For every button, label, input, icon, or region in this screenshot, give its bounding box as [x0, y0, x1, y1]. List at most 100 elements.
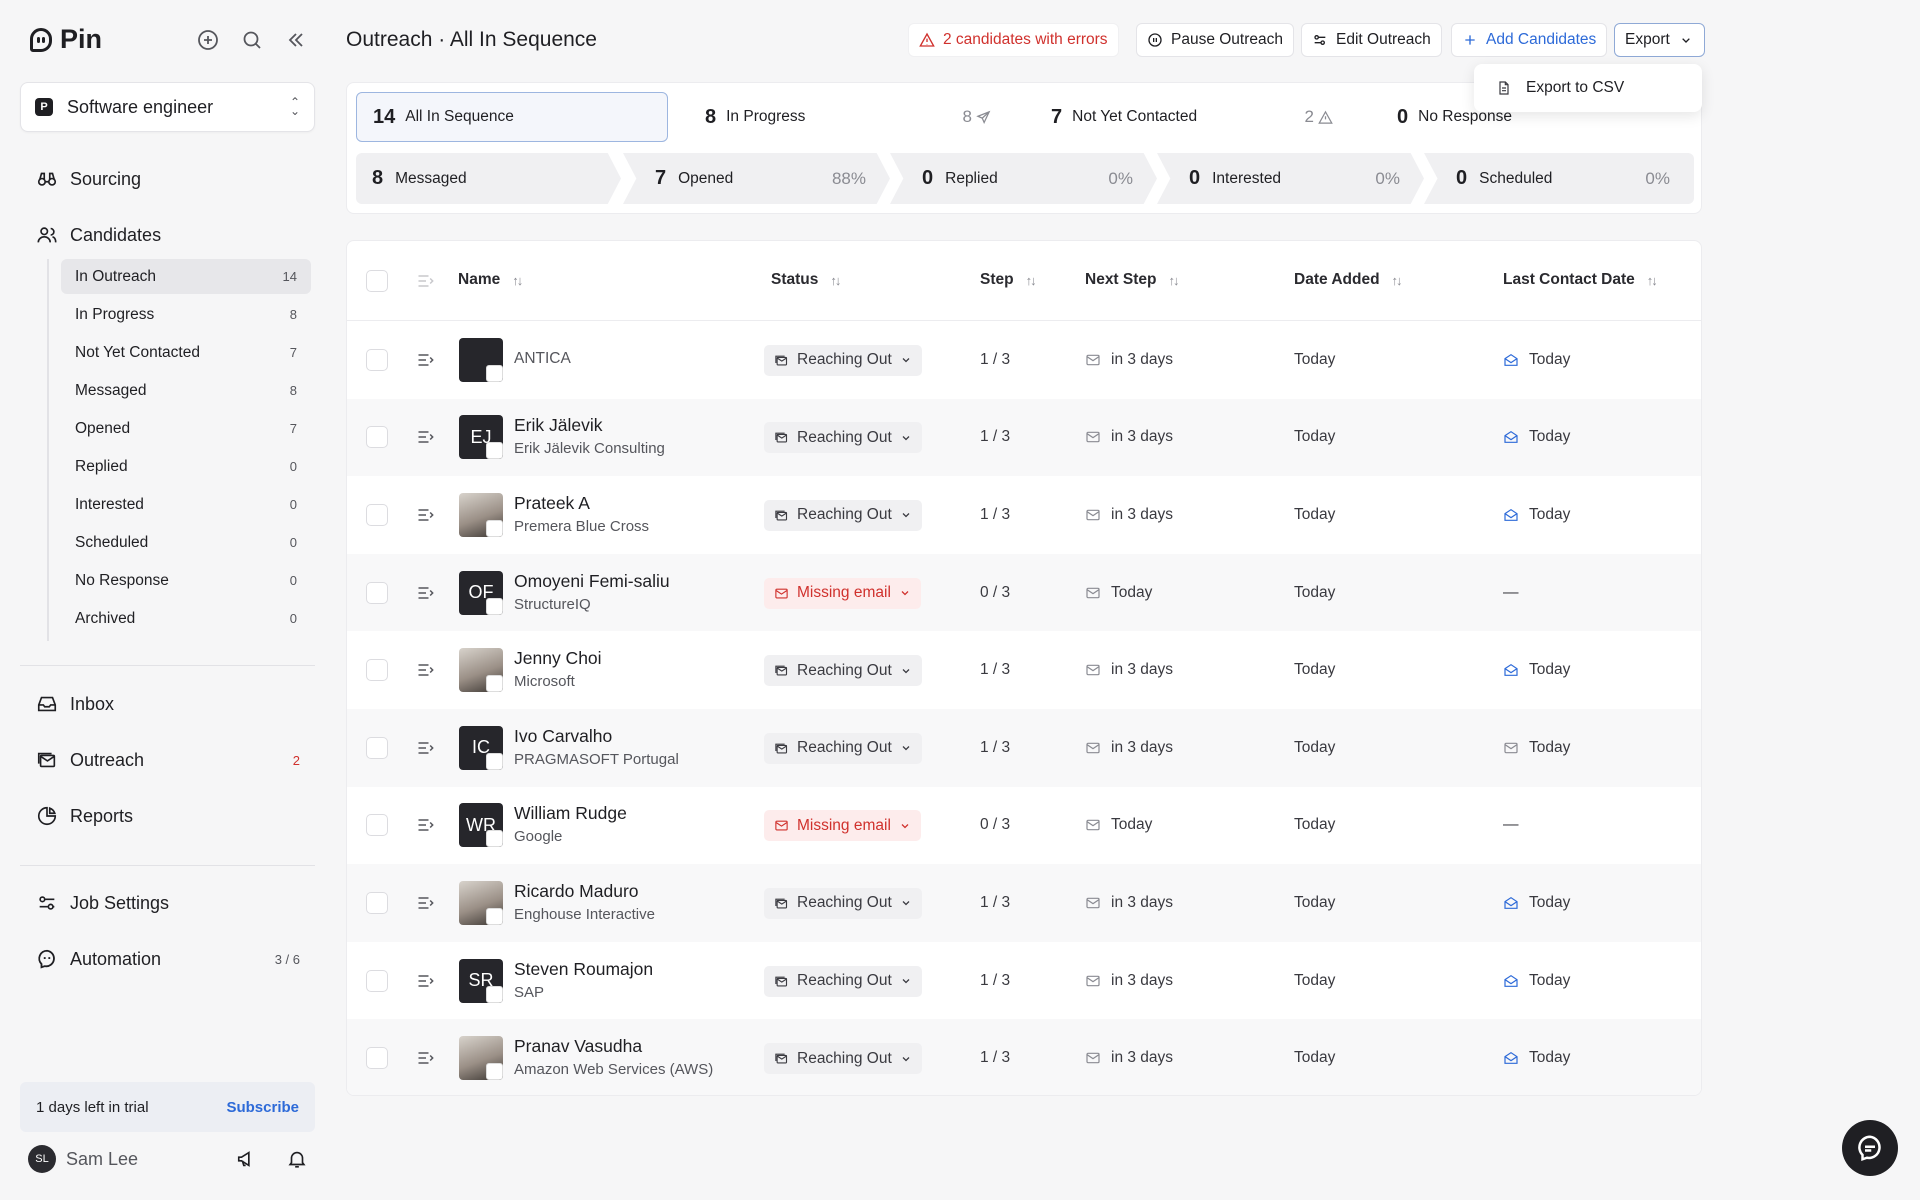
candidate-name[interactable]: Omoyeni Femi-saliu [514, 571, 670, 592]
tab-all-in-sequence[interactable]: 14 All In Sequence [356, 92, 668, 142]
export-csv-item[interactable]: Export to CSV [1526, 79, 1624, 97]
tab-in-progress[interactable]: 8 In Progress 8 [677, 92, 1009, 142]
nav-outreach[interactable]: Outreach 2 [36, 749, 300, 771]
sequence-icon[interactable] [416, 350, 436, 370]
user-profile[interactable]: SL Sam Lee [28, 1144, 308, 1174]
row-checkbox[interactable] [366, 1047, 388, 1070]
subnav-opened[interactable]: Opened 7 [61, 411, 311, 446]
status-badge[interactable]: Reaching Out [764, 499, 922, 531]
subnav-count: 0 [289, 611, 297, 626]
collapse-sidebar-icon[interactable] [284, 28, 308, 52]
nav-candidates[interactable]: Candidates [36, 224, 300, 246]
export-button[interactable]: Export [1614, 23, 1705, 57]
funnel-scheduled[interactable]: 0 Scheduled 0% [1424, 153, 1694, 204]
funnel-messaged[interactable]: 8 Messaged [356, 153, 621, 204]
nav-job-settings[interactable]: Job Settings [36, 892, 300, 914]
table-row[interactable]: EJ Erik Jälevik Erik Jälevik Consulting Rea… [347, 398, 1701, 477]
subnav-in-outreach[interactable]: In Outreach 14 [61, 259, 311, 294]
table-row[interactable]: Prateek A Premera Blue Cross Reaching Out 1… [347, 476, 1701, 554]
status-badge[interactable]: Missing email [764, 577, 921, 609]
edit-outreach-button[interactable]: Edit Outreach [1301, 23, 1442, 57]
subnav-not-yet-contacted[interactable]: Not Yet Contacted 7 [61, 335, 311, 370]
col-last-contact[interactable]: Last Contact Date ↑↓ [1503, 271, 1658, 289]
table-row[interactable]: OF Omoyeni Femi-saliu StructureIQ Missing e… [347, 553, 1701, 632]
sequence-icon[interactable] [416, 505, 436, 525]
table-row[interactable]: Ricardo Maduro Enghouse Interactive Reachi… [347, 864, 1701, 942]
candidate-name[interactable]: Erik Jälevik [514, 415, 603, 436]
sequence-icon[interactable] [416, 893, 436, 913]
subnav-no-response[interactable]: No Response 0 [61, 563, 311, 598]
row-checkbox[interactable] [366, 891, 388, 914]
chat-button[interactable] [1842, 1120, 1898, 1176]
table-row[interactable]: Pranav Vasudha Amazon Web Services (AWS) R… [347, 1019, 1701, 1095]
row-checkbox[interactable] [366, 969, 388, 992]
col-step[interactable]: Step ↑↓ [980, 271, 1037, 289]
sequence-icon[interactable] [416, 583, 436, 603]
sequence-icon[interactable] [416, 815, 436, 835]
funnel-opened[interactable]: 7 Opened 88% [623, 153, 890, 204]
candidate-name[interactable]: Jenny Choi [514, 648, 602, 669]
megaphone-icon[interactable] [236, 1148, 258, 1170]
row-checkbox[interactable] [366, 426, 388, 449]
candidate-name[interactable]: Steven Roumajon [514, 959, 653, 980]
add-candidates-button[interactable]: Add Candidates [1451, 23, 1608, 57]
errors-button[interactable]: 2 candidates with errors [908, 23, 1119, 57]
subnav-interested[interactable]: Interested 0 [61, 487, 311, 522]
row-checkbox[interactable] [366, 659, 388, 682]
table-row[interactable]: ANTICA Reaching Out 1 / 3 in 3 days Today Tod… [347, 321, 1701, 399]
sequence-icon[interactable] [416, 738, 436, 758]
nav-sourcing[interactable]: Sourcing [36, 168, 300, 190]
pause-outreach-button[interactable]: Pause Outreach [1136, 23, 1295, 57]
nav-label: Candidates [70, 224, 162, 245]
sequence-icon[interactable] [416, 427, 436, 447]
table-row[interactable]: Jenny Choi Microsoft Reaching Out 1 / 3 in 3… [347, 631, 1701, 709]
status-badge[interactable]: Reaching Out [764, 422, 922, 454]
bell-icon[interactable] [286, 1148, 308, 1170]
status-badge[interactable]: Reaching Out [764, 1043, 922, 1075]
status-badge[interactable]: Reaching Out [764, 887, 922, 919]
select-all-checkbox[interactable] [366, 270, 388, 292]
col-name[interactable]: Name ↑↓ [458, 271, 523, 289]
candidate-name[interactable]: Prateek A [514, 493, 590, 514]
col-status[interactable]: Status ↑↓ [771, 271, 841, 289]
status-badge[interactable]: Reaching Out [764, 732, 922, 764]
tab-not-yet-contacted[interactable]: 7 Not Yet Contacted 2 [1019, 92, 1351, 142]
subnav-replied[interactable]: Replied 0 [61, 449, 311, 484]
candidate-name[interactable]: Ricardo Maduro [514, 881, 639, 902]
col-date-added[interactable]: Date Added ↑↓ [1294, 271, 1403, 289]
row-checkbox[interactable] [366, 503, 388, 526]
subnav-scheduled[interactable]: Scheduled 0 [61, 525, 311, 560]
candidate-name[interactable]: William Rudge [514, 803, 627, 824]
row-checkbox[interactable] [366, 581, 388, 604]
candidate-name[interactable]: Ivo Carvalho [514, 726, 612, 747]
subnav-in-progress[interactable]: In Progress 8 [61, 297, 311, 332]
job-selector[interactable]: P Software engineer ⌃ ⌄ [20, 82, 315, 132]
sequence-icon[interactable] [416, 971, 436, 991]
nav-automation[interactable]: Automation 3 / 6 [36, 948, 300, 970]
sequence-icon[interactable] [416, 660, 436, 680]
search-icon[interactable] [240, 28, 264, 52]
table-row[interactable]: SR Steven Roumajon SAP Reaching Out 1 / 3 in … [347, 942, 1701, 1020]
col-next-step[interactable]: Next Step ↑↓ [1085, 271, 1180, 289]
candidate-name[interactable]: Pranav Vasudha [514, 1036, 642, 1057]
funnel-interested[interactable]: 0 Interested 0% [1157, 153, 1424, 204]
candidate-name[interactable]: ANTICA [514, 350, 571, 368]
row-checkbox[interactable] [366, 814, 388, 837]
app-logo[interactable]: Pin [30, 24, 102, 55]
table-row[interactable]: IC Ivo Carvalho PRAGMASOFT Portugal Reachin… [347, 709, 1701, 787]
nav-inbox[interactable]: Inbox [36, 693, 300, 715]
status-badge[interactable]: Reaching Out [764, 655, 922, 687]
nav-reports[interactable]: Reports [36, 805, 300, 827]
add-circle-icon[interactable] [196, 28, 220, 52]
subnav-archived[interactable]: Archived 0 [61, 601, 311, 636]
subnav-messaged[interactable]: Messaged 8 [61, 373, 311, 408]
sequence-icon[interactable] [416, 1048, 436, 1068]
table-row[interactable]: WR William Rudge Google Missing email 0 / 3 T… [347, 787, 1701, 865]
status-badge[interactable]: Missing email [764, 810, 921, 842]
status-badge[interactable]: Reaching Out [764, 344, 922, 376]
row-checkbox[interactable] [366, 736, 388, 759]
row-checkbox[interactable] [366, 348, 388, 371]
status-badge[interactable]: Reaching Out [764, 965, 922, 997]
subscribe-link[interactable]: Subscribe [226, 1099, 299, 1116]
funnel-replied[interactable]: 0 Replied 0% [890, 153, 1157, 204]
